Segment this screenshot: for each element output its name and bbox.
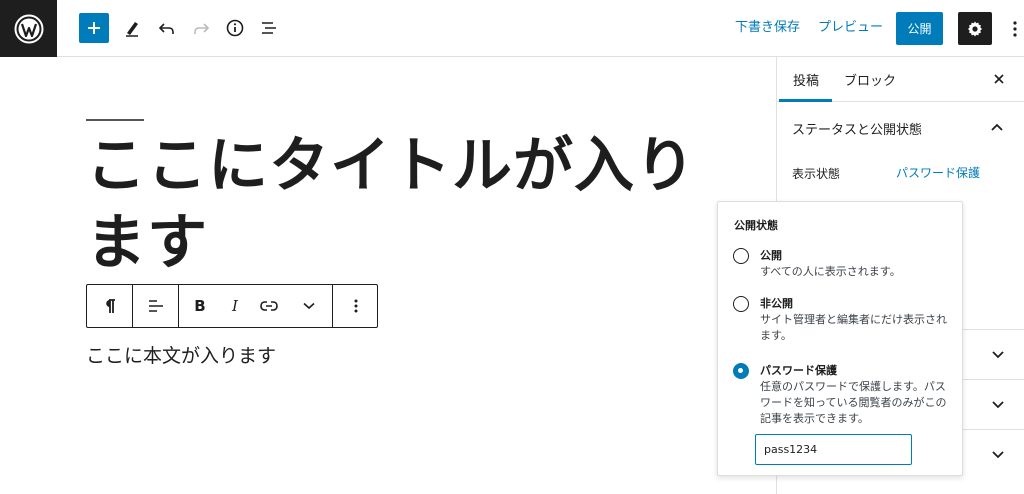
save-draft-link[interactable]: 下書き保存 <box>735 19 800 37</box>
italic-button[interactable]: I <box>220 285 250 327</box>
radio-public[interactable] <box>733 248 749 264</box>
chevron-down-icon <box>992 451 1004 459</box>
option-label: 公開 <box>760 249 782 262</box>
list-view-icon <box>262 22 276 34</box>
option-label: パスワード保護 <box>760 364 837 377</box>
pencil-icon <box>126 22 138 37</box>
chevron-down-icon <box>992 351 1004 359</box>
wordpress-logo[interactable] <box>0 0 57 57</box>
radio-private[interactable] <box>733 296 749 312</box>
undo-icon <box>158 23 174 34</box>
sidebar-tabs: 投稿 ブロック <box>777 57 1024 102</box>
add-block-button[interactable] <box>79 13 109 43</box>
link-icon <box>260 301 278 311</box>
active-tab-indicator <box>779 99 832 102</box>
toolbar-divider <box>178 285 179 327</box>
paragraph-icon <box>105 299 115 313</box>
option-description: サイト管理者と編集者にだけ表示されます。 <box>760 313 947 342</box>
align-left-icon <box>148 300 163 312</box>
option-label: 非公開 <box>760 297 793 310</box>
close-icon <box>994 74 1004 84</box>
settings-button[interactable] <box>958 12 992 45</box>
redo-button[interactable] <box>185 12 217 44</box>
status-visibility-panel-title[interactable]: ステータスと公開状態 <box>792 119 922 138</box>
chevron-up-icon <box>991 123 1003 131</box>
align-button[interactable] <box>133 285 178 327</box>
visibility-toggle-link[interactable]: パスワード保護 <box>896 164 980 181</box>
collapse-panel-button[interactable] <box>988 119 1006 135</box>
info-icon <box>226 19 244 37</box>
details-button[interactable] <box>219 12 251 44</box>
option-description: すべての人に表示されます。 <box>760 265 901 278</box>
editor-root: 下書き保存 プレビュー 公開 ここにタイトルが入ります B I ここに本文が入り… <box>0 0 1024 494</box>
close-sidebar-button[interactable] <box>989 69 1009 89</box>
tools-button[interactable] <box>116 12 148 44</box>
block-options-button[interactable] <box>333 285 378 327</box>
preview-link[interactable]: プレビュー <box>818 19 883 37</box>
popover-heading: 公開状態 <box>734 219 778 232</box>
title-separator <box>86 119 144 121</box>
publish-button[interactable]: 公開 <box>896 12 943 45</box>
link-button[interactable] <box>254 285 284 327</box>
visibility-label: 表示状態 <box>792 167 841 181</box>
chevron-down-icon <box>992 401 1004 409</box>
option-description: 任意のパスワードで保護します。パスワードを知っている閲覧者のみがこの記事を表示で… <box>760 380 947 425</box>
block-toolbar: B I <box>86 284 378 328</box>
block-type-button[interactable] <box>87 285 132 327</box>
redo-icon <box>194 23 210 34</box>
wordpress-icon <box>14 14 43 43</box>
radio-password[interactable] <box>733 363 749 379</box>
top-toolbar: 下書き保存 プレビュー 公開 <box>0 0 1024 57</box>
more-options-button[interactable] <box>1005 17 1024 41</box>
tab-block[interactable]: ブロック <box>844 70 896 89</box>
list-view-button[interactable] <box>253 12 285 44</box>
post-title[interactable]: ここにタイトルが入ります <box>86 128 696 282</box>
chevron-down-icon <box>303 302 315 310</box>
more-vertical-icon <box>1013 21 1017 37</box>
post-body-paragraph[interactable]: ここに本文が入ります <box>86 343 276 369</box>
plus-icon <box>88 22 100 34</box>
more-vertical-icon <box>354 299 357 313</box>
visibility-popover: 公開状態 公開 すべての人に表示されます。 非公開 サイト管理者と編集者にだけ表… <box>717 201 963 476</box>
undo-button[interactable] <box>151 12 183 44</box>
bold-button[interactable]: B <box>185 285 215 327</box>
password-input[interactable] <box>755 434 912 465</box>
more-formats-button[interactable] <box>294 285 324 327</box>
gear-icon <box>968 21 982 36</box>
tab-post[interactable]: 投稿 <box>793 70 819 89</box>
